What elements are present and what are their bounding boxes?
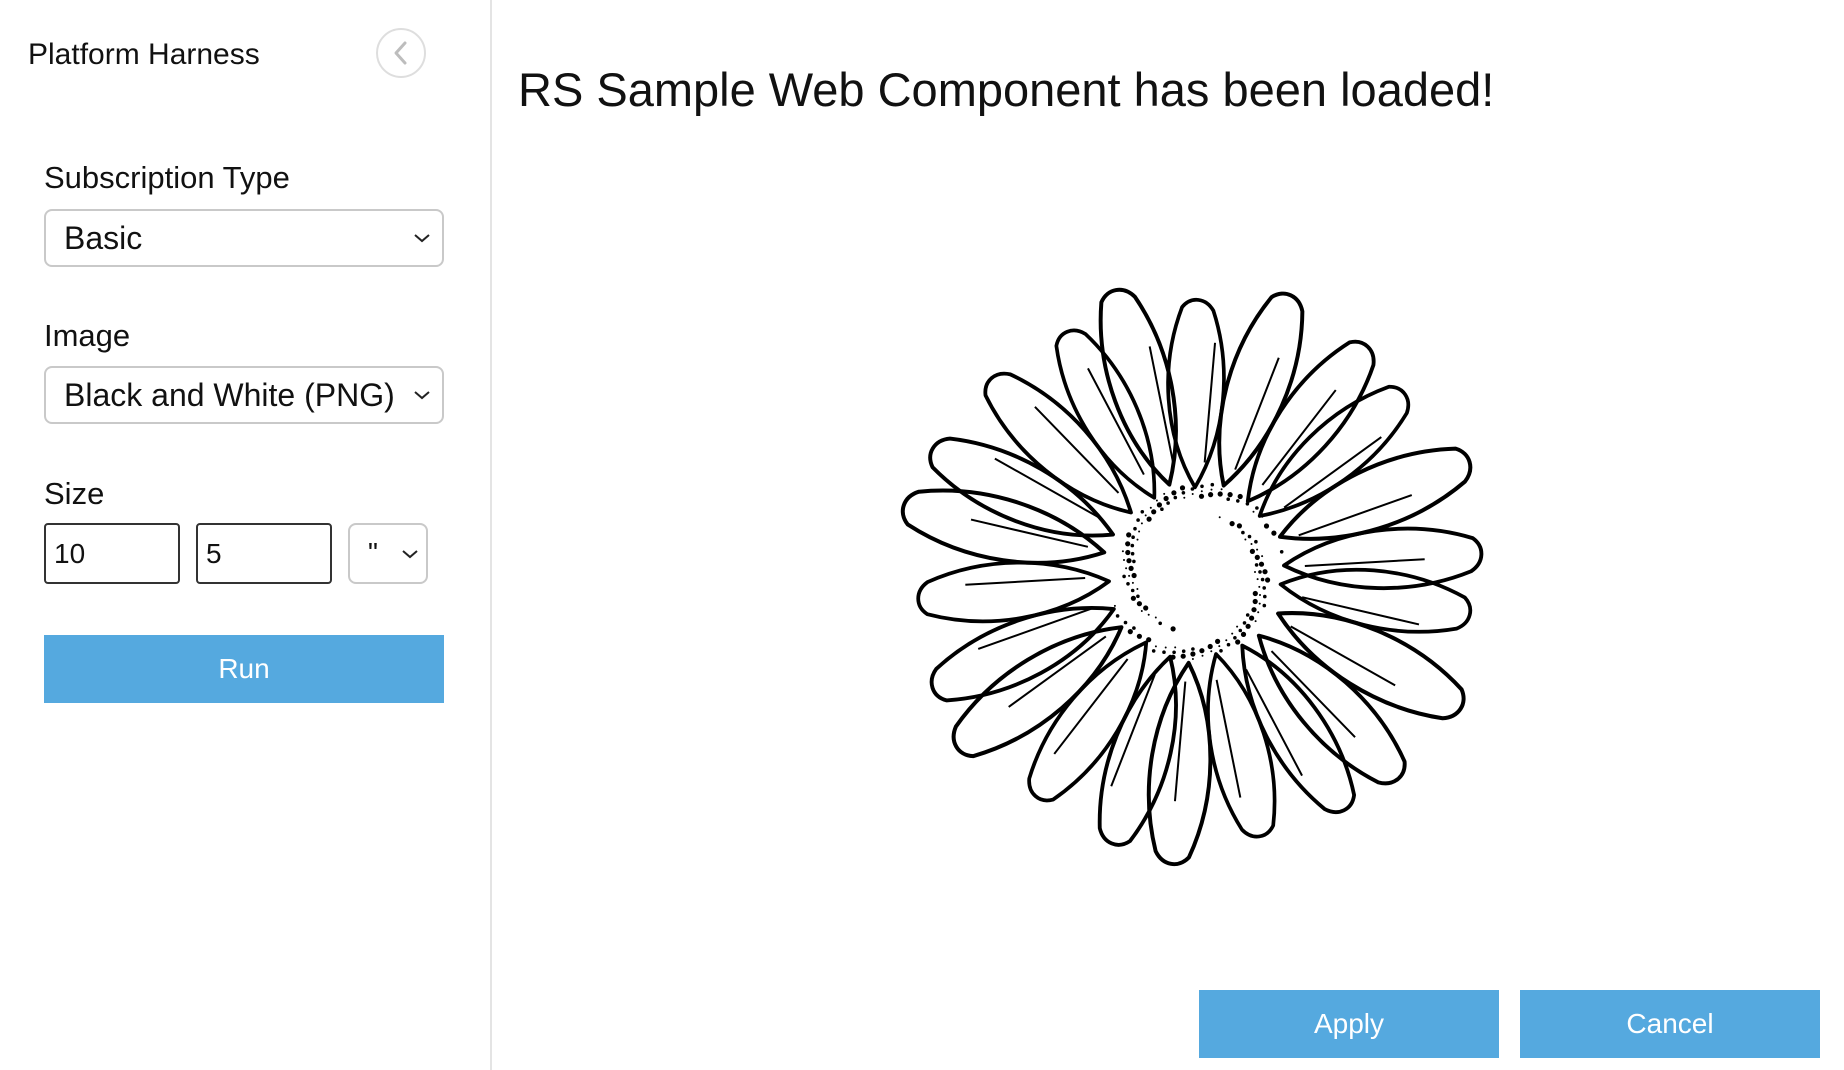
daisy-petal-vein [1087,367,1145,476]
collapse-sidebar-button[interactable] [376,28,426,78]
daisy-center [1113,490,1277,654]
chevron-down-icon [414,234,430,243]
image-select[interactable]: Black and White (PNG) [44,366,444,424]
size-width-input[interactable] [44,523,180,584]
chevron-down-icon [402,549,418,558]
daisy-petal [1282,526,1484,591]
size-unit-value: " [368,537,378,568]
app-title: Platform Harness [28,38,260,71]
page-heading: RS Sample Web Component has been loaded! [518,63,1495,116]
chevron-left-icon [394,41,407,65]
daisy-petal-vein [965,577,1086,586]
size-height-input[interactable] [196,523,332,584]
size-label: Size [44,476,105,511]
image-label: Image [44,318,131,353]
subscription-type-label: Subscription Type [44,160,290,195]
chevron-down-icon [414,391,430,400]
size-unit-select[interactable]: " [348,523,428,584]
daisy-petal-vein [994,457,1100,519]
daisy-petal-vein [1304,558,1425,567]
daisy-petal-vein [1234,357,1280,470]
run-button[interactable]: Run [44,635,444,703]
daisy-petal [1146,660,1213,867]
sidebar: Platform Harness Subscription Type Basic… [0,0,492,1070]
subscription-type-value: Basic [64,219,143,256]
daisy-petal-vein [1148,346,1175,465]
image-value: Black and White (PNG) [64,376,395,413]
daisy-line-art-image [900,287,1484,867]
daisy-petal [1166,298,1226,490]
daisy-petal [1277,446,1473,541]
subscription-type-select[interactable]: Basic [44,209,444,267]
apply-button[interactable]: Apply [1199,990,1499,1058]
cancel-button[interactable]: Cancel [1520,990,1820,1058]
